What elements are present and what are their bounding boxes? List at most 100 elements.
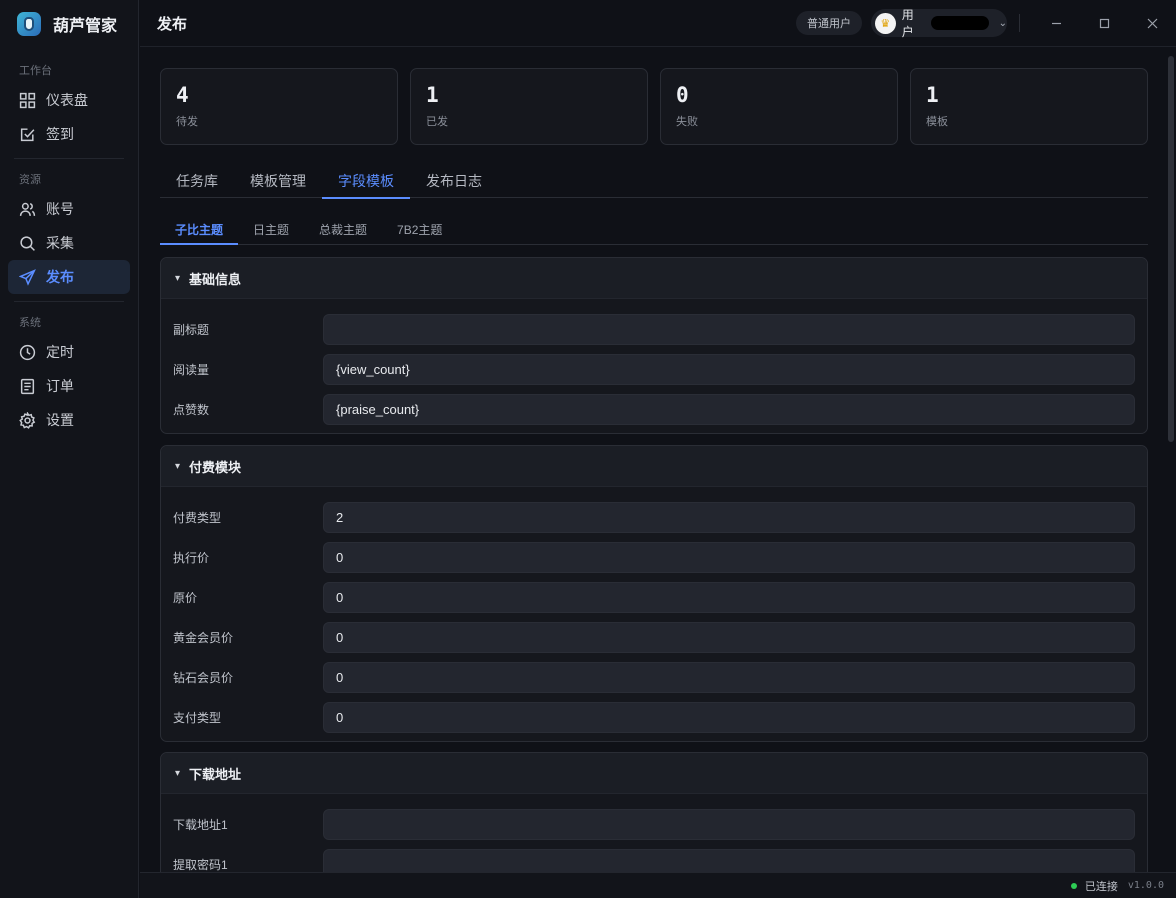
title-bar: 发布 普通用户 ♛ 用户 ⌄ — [140, 0, 1176, 47]
maximize-icon — [1099, 18, 1109, 28]
sidebar-item-label: 定时 — [46, 344, 74, 360]
nav-section-workbench: 工作台 — [19, 65, 52, 77]
sidebar-item-dashboard[interactable]: 仪表盘 — [8, 83, 130, 117]
field-row: 付费类型 — [173, 497, 1135, 537]
section-header[interactable]: ▾ 下载地址 — [161, 753, 1147, 794]
gold-member-price-input[interactable] — [323, 621, 1135, 653]
sidebar-item-orders[interactable]: 订单 — [8, 369, 130, 403]
clock-icon — [19, 344, 36, 360]
field-label: 提取密码1 — [173, 857, 228, 872]
order-icon — [20, 378, 35, 394]
subtab-zibll-theme[interactable]: 子比主题 — [160, 215, 239, 245]
sidebar-item-collect[interactable]: 采集 — [8, 226, 130, 260]
user-menu[interactable]: ♛ 用户 ⌄ — [871, 8, 1007, 39]
tab-bar: 任务库 模板管理 字段模板 发布日志 — [160, 164, 1148, 199]
sidebar-item-label: 签到 — [46, 126, 74, 142]
field-row: 执行价 — [173, 537, 1135, 577]
field-row: 副标题 — [173, 309, 1135, 349]
sidebar: 葫芦管家 工作台 仪表盘 签到 资源 账号 采集 发布 系统 定时 订单 设置 — [0, 0, 139, 898]
subtab-7b2-theme[interactable]: 7B2主题 — [382, 215, 457, 244]
connection-status: 已连接 — [1084, 880, 1118, 893]
dashboard-icon — [19, 92, 36, 108]
stat-label: 已发 — [426, 116, 448, 128]
sidebar-item-label: 采集 — [46, 235, 74, 251]
pay-type-input[interactable] — [323, 501, 1135, 533]
original-price-input[interactable] — [323, 581, 1135, 613]
extract-password-1-input[interactable] — [323, 848, 1135, 872]
field-label: 付费类型 — [173, 510, 222, 525]
stat-value: 4 — [176, 83, 189, 107]
users-icon — [19, 202, 36, 216]
version-label: v1.0.0 — [1127, 880, 1164, 891]
field-label: 下载地址1 — [173, 817, 228, 832]
divider — [14, 158, 124, 159]
sidebar-item-publish[interactable]: 发布 — [8, 260, 130, 294]
section-header[interactable]: ▾ 基础信息 — [161, 258, 1147, 299]
stat-card-pending: 4 待发 — [160, 68, 398, 145]
chevron-down-icon: ▾ — [175, 460, 181, 472]
praise-count-input[interactable] — [323, 393, 1135, 425]
stat-card-published: 1 已发 — [410, 68, 648, 145]
subtitle-input[interactable] — [323, 313, 1135, 345]
section-payment: ▾ 付费模块 付费类型 执行价 原价 黄金会员价 钻石会员价 — [160, 445, 1148, 742]
field-row: 阅读量 — [173, 349, 1135, 389]
stat-value: 1 — [926, 83, 939, 107]
section-header[interactable]: ▾ 付费模块 — [161, 446, 1147, 487]
sidebar-item-accounts[interactable]: 账号 — [8, 192, 130, 226]
view-count-input[interactable] — [323, 353, 1135, 385]
tab-template-management[interactable]: 模板管理 — [234, 164, 322, 198]
maximize-button[interactable] — [1084, 3, 1124, 43]
stat-card-templates: 1 模板 — [910, 68, 1148, 145]
diamond-member-price-input[interactable] — [323, 661, 1135, 693]
brand: 葫芦管家 — [0, 0, 138, 47]
chevron-down-icon: ▾ — [175, 272, 181, 284]
stats-row: 4 待发 1 已发 0 失败 1 模板 — [160, 68, 1148, 145]
minimize-button[interactable] — [1036, 3, 1076, 43]
tab-task-library[interactable]: 任务库 — [160, 164, 234, 198]
field-label: 原价 — [173, 590, 198, 605]
chevron-down-icon: ▾ — [175, 767, 181, 779]
stat-value: 0 — [676, 83, 689, 107]
status-bar: 已连接 v1.0.0 — [140, 872, 1176, 898]
download-url-1-input[interactable] — [323, 808, 1135, 840]
exec-price-input[interactable] — [323, 541, 1135, 573]
sidebar-item-checkin[interactable]: 签到 — [8, 117, 130, 151]
sidebar-item-label: 账号 — [46, 201, 74, 217]
tab-field-template[interactable]: 字段模板 — [322, 164, 410, 199]
field-label: 支付类型 — [173, 710, 222, 725]
divider — [1019, 14, 1020, 32]
field-row: 支付类型 — [173, 697, 1135, 737]
search-icon — [20, 235, 35, 251]
avatar: ♛ — [875, 12, 896, 34]
theme-subtab-bar: 子比主题 日主题 总裁主题 7B2主题 — [160, 215, 1148, 245]
sidebar-item-schedule[interactable]: 定时 — [8, 335, 130, 369]
subtab-zongcai-theme[interactable]: 总裁主题 — [304, 215, 382, 244]
field-label: 钻石会员价 — [173, 670, 234, 685]
divider — [14, 301, 124, 302]
main-content: 4 待发 1 已发 0 失败 1 模板 任务库 模板管理 字段模板 发布日志 子… — [140, 48, 1176, 872]
section-title: 基础信息 — [189, 271, 242, 287]
field-label: 副标题 — [173, 322, 210, 337]
close-button[interactable] — [1132, 3, 1172, 43]
field-row: 点赞数 — [173, 389, 1135, 429]
field-row: 原价 — [173, 577, 1135, 617]
page-title: 发布 — [157, 15, 188, 33]
redacted-username — [931, 16, 989, 30]
subtab-ri-theme[interactable]: 日主题 — [238, 215, 304, 244]
sidebar-item-label: 订单 — [46, 378, 74, 394]
stat-value: 1 — [426, 83, 439, 107]
tab-publish-log[interactable]: 发布日志 — [410, 164, 498, 198]
scrollbar[interactable] — [1168, 56, 1174, 442]
role-badge: 普通用户 — [796, 11, 862, 35]
section-download: ▾ 下载地址 下载地址1 提取密码1 — [160, 752, 1148, 872]
payment-type-input[interactable] — [323, 701, 1135, 733]
stat-label: 模板 — [926, 116, 948, 128]
field-label: 阅读量 — [173, 362, 210, 377]
section-title: 付费模块 — [189, 459, 242, 475]
field-row: 下载地址1 — [173, 804, 1135, 844]
sidebar-item-settings[interactable]: 设置 — [8, 403, 130, 437]
sidebar-item-label: 发布 — [46, 269, 74, 285]
chevron-down-icon: ⌄ — [998, 17, 1007, 29]
app-logo-icon — [17, 11, 41, 36]
checkin-icon — [20, 127, 35, 141]
